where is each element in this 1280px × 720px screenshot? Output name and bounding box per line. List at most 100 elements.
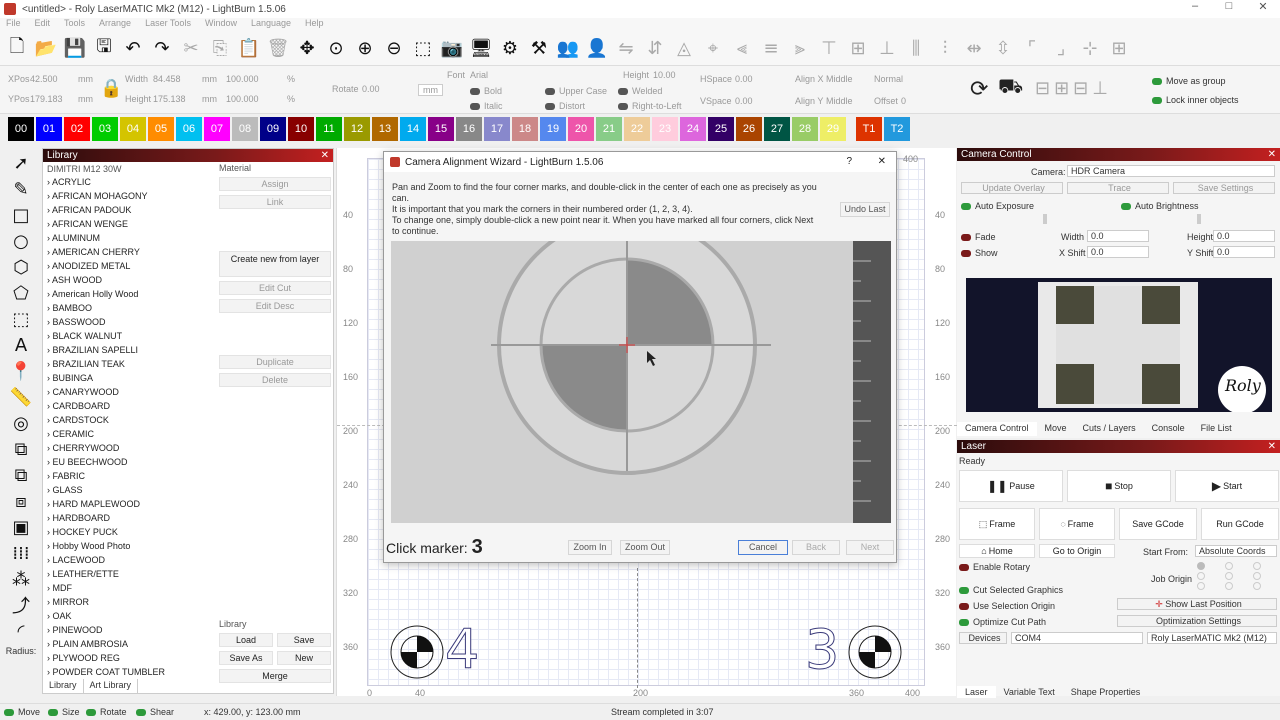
menu-language[interactable]: Language <box>251 18 291 32</box>
path-icon[interactable]: ⤴ <box>8 594 34 617</box>
material-item[interactable]: › BRAZILIAN SAPELLI <box>43 343 215 357</box>
color-swatch[interactable]: 13 <box>372 117 398 141</box>
color-swatch[interactable]: 11 <box>316 117 342 141</box>
rectangle-icon[interactable]: □ <box>8 204 34 226</box>
material-item[interactable]: › BRAZILIAN TEAK <box>43 357 215 371</box>
align-y-select[interactable]: Middle <box>826 96 853 106</box>
menu-laser-tools[interactable]: Laser Tools <box>145 18 191 32</box>
tab-file-list[interactable]: File List <box>1193 422 1240 436</box>
close-button[interactable]: ✕ <box>1246 0 1280 13</box>
grid-icon[interactable]: ⊞ <box>1106 36 1132 62</box>
color-swatch[interactable]: 29 <box>820 117 846 141</box>
color-swatch[interactable]: 25 <box>708 117 734 141</box>
align-right-icon[interactable]: ⫸ <box>787 36 813 62</box>
settings-icon[interactable]: ⚙ <box>497 36 523 62</box>
overlay-height-field[interactable]: 0.0 <box>1213 230 1275 242</box>
weld-icon[interactable]: ▣ <box>8 516 34 538</box>
edit-nodes-icon[interactable]: ⬠ <box>8 282 34 304</box>
minimize-button[interactable]: – <box>1178 0 1212 13</box>
new-library-button[interactable]: New <box>277 651 331 665</box>
upper-case-toggle[interactable]: Upper Case <box>545 86 607 96</box>
material-item[interactable]: › ALUMINUM <box>43 231 215 245</box>
edit-desc-button[interactable]: Edit Desc <box>219 299 331 313</box>
enable-rotary-toggle[interactable]: Enable Rotary <box>959 562 1030 572</box>
tab-art-library[interactable]: Art Library <box>84 679 139 693</box>
material-item[interactable]: › HARD MAPLEWOOD <box>43 497 215 511</box>
align-top-icon[interactable]: ⊤ <box>816 36 842 62</box>
material-item[interactable]: › AFRICAN PADOUK <box>43 203 215 217</box>
ellipse-icon[interactable]: ○ <box>8 230 34 252</box>
material-item[interactable]: › LEATHER/ETTE <box>43 567 215 581</box>
back-button[interactable]: Back <box>792 540 840 555</box>
save-icon[interactable]: 💾 <box>62 36 88 62</box>
delete-icon[interactable]: 🗑 <box>265 36 291 62</box>
node-tools-icon[interactable]: ⊟⊞⊟⊥ <box>1035 78 1112 99</box>
material-item[interactable]: › CARDBOARD <box>43 399 215 413</box>
width-field[interactable]: 84.458 <box>153 74 181 84</box>
offset-field[interactable]: 0 <box>901 96 906 106</box>
measure-icon[interactable]: 📏 <box>8 386 34 408</box>
brightness-slider[interactable] <box>1197 214 1201 224</box>
material-item[interactable]: › GLASS <box>43 483 215 497</box>
y-shift-field[interactable]: 0.0 <box>1213 246 1275 258</box>
cancel-button[interactable]: Cancel <box>738 540 788 555</box>
go-to-origin-button[interactable]: Go to Origin <box>1039 544 1115 558</box>
size-status-toggle[interactable]: Size <box>48 707 80 717</box>
material-item[interactable]: › American Holly Wood <box>43 287 215 301</box>
move-status-toggle[interactable]: Move <box>4 707 40 717</box>
start-from-select[interactable]: Absolute Coords <box>1195 545 1277 557</box>
zoom-in-icon[interactable]: ⊕ <box>352 36 378 62</box>
dock-icon[interactable]: ⊹ <box>1077 36 1103 62</box>
exposure-slider[interactable] <box>1043 214 1047 224</box>
material-item[interactable]: › EU BEECHWOOD <box>43 455 215 469</box>
port-select[interactable]: COM4 <box>1011 632 1143 644</box>
job-origin-grid[interactable] <box>1197 562 1267 590</box>
machine-icon[interactable]: ⛟ <box>998 76 1023 101</box>
refresh-icon[interactable]: ⟳ <box>970 76 988 102</box>
dialog-close-button[interactable]: ✕ <box>878 156 886 167</box>
color-swatch[interactable]: 16 <box>456 117 482 141</box>
material-item[interactable]: › BASSWOOD <box>43 315 215 329</box>
color-swatch[interactable]: 08 <box>232 117 258 141</box>
color-swatch[interactable]: 02 <box>64 117 90 141</box>
material-item[interactable]: › CHERRYWOOD <box>43 441 215 455</box>
redo-icon[interactable]: ↷ <box>149 36 175 62</box>
trace-button[interactable]: Trace <box>1067 182 1169 194</box>
paste-icon[interactable]: 📋 <box>236 36 262 62</box>
menu-edit[interactable]: Edit <box>35 18 51 32</box>
material-item[interactable]: › PINEWOOD <box>43 623 215 637</box>
move-icon[interactable]: ✥ <box>294 36 320 62</box>
xpos-field[interactable]: 42.500 <box>30 74 58 84</box>
color-swatch[interactable]: T2 <box>884 117 910 141</box>
grid-array-icon[interactable]: ⁞⁞⁞ <box>8 542 34 564</box>
corner-tl-icon[interactable]: ⌜ <box>1019 36 1045 62</box>
open-folder-icon[interactable]: 📂 <box>33 36 59 62</box>
duplicate-button[interactable]: Duplicate <box>219 355 331 369</box>
boolean-union-icon[interactable]: ⧉ <box>8 438 34 460</box>
load-button[interactable]: Load <box>219 633 273 647</box>
zoom-out-icon[interactable]: ⊖ <box>381 36 407 62</box>
tab-camera-control[interactable]: Camera Control <box>957 422 1037 436</box>
zoom-selection-icon[interactable]: ⬚ <box>410 36 436 62</box>
pen-icon[interactable]: ✎ <box>8 178 34 200</box>
scale-w-field[interactable]: 100.000 <box>226 74 259 84</box>
circular-array-icon[interactable]: ⁂ <box>8 568 34 590</box>
space-h-icon[interactable]: ⇹ <box>961 36 987 62</box>
ypos-field[interactable]: 179.183 <box>30 94 63 104</box>
color-swatch[interactable]: 07 <box>204 117 230 141</box>
material-item[interactable]: › FABRIC <box>43 469 215 483</box>
color-swatch[interactable]: 03 <box>92 117 118 141</box>
rotate-unit-button[interactable]: mm <box>418 84 443 96</box>
material-item[interactable]: › HOCKEY PUCK <box>43 525 215 539</box>
color-swatch[interactable]: 10 <box>288 117 314 141</box>
material-item[interactable]: › PLYWOOD REG <box>43 651 215 665</box>
update-overlay-button[interactable]: Update Overlay <box>961 182 1063 194</box>
lock-icon[interactable]: 🔒 <box>100 78 122 98</box>
color-swatch[interactable]: 04 <box>120 117 146 141</box>
optimize-cut-path-toggle[interactable]: Optimize Cut Path <box>959 617 1046 627</box>
offset-icon[interactable]: ◎ <box>8 412 34 434</box>
welded-toggle[interactable]: Welded <box>618 86 662 96</box>
tab-variable-text[interactable]: Variable Text <box>996 686 1063 698</box>
run-gcode-button[interactable]: Run GCode <box>1201 508 1279 540</box>
frame-rect-button[interactable]: ⬚ Frame <box>959 508 1035 540</box>
